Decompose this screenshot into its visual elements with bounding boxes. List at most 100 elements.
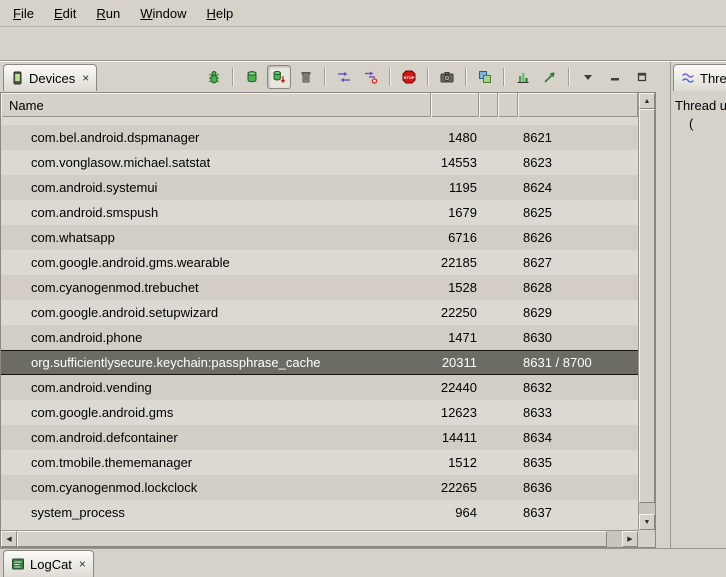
debug-process-icon[interactable] (202, 65, 226, 89)
threads-view: Threads Thread up ( (670, 62, 726, 548)
tab-devices[interactable]: Devices × (3, 64, 97, 91)
table-row[interactable]: com.vonglasow.michael.satstat145538623 (1, 150, 638, 175)
devices-tabstrip: Devices × STOP (0, 62, 666, 92)
process-name: com.android.systemui (31, 175, 157, 200)
vertical-scrollbar[interactable]: ▲ ▼ (638, 93, 655, 530)
process-pid: 12623 (431, 400, 477, 425)
menubar: FileEditRunWindowHelp (0, 0, 726, 27)
process-name: org.sufficientlysecure.keychain:passphra… (31, 351, 321, 374)
process-name: com.vonglasow.michael.satstat (31, 150, 210, 175)
menu-window[interactable]: Window (131, 3, 195, 24)
process-port: 8637 (523, 500, 552, 525)
maximize-icon[interactable] (630, 65, 654, 89)
toolbar-separator (503, 68, 505, 86)
process-pid: 1480 (431, 125, 477, 150)
devices-view: Devices × STOP Name com.bel.android.dspm… (0, 62, 666, 548)
tab-logcat-label: LogCat (30, 557, 72, 572)
main-toolbar (0, 27, 726, 61)
scroll-right-button[interactable]: ▶ (622, 531, 638, 547)
process-port: 8636 (523, 475, 552, 500)
toolbar-separator (232, 68, 234, 86)
toolbar-separator (427, 68, 429, 86)
process-port: 8624 (523, 175, 552, 200)
process-port: 8626 (523, 225, 552, 250)
process-name: com.whatsapp (31, 225, 115, 250)
scroll-down-button[interactable]: ▼ (639, 514, 655, 530)
process-pid: 1512 (431, 450, 477, 475)
process-pid: 22440 (431, 375, 477, 400)
column-header-pid[interactable] (431, 93, 479, 117)
tab-devices-label: Devices (29, 71, 75, 86)
partial-row (1, 117, 638, 125)
process-pid: 14553 (431, 150, 477, 175)
table-row[interactable]: com.bel.android.dspmanager14808621 (1, 125, 638, 150)
menu-edit[interactable]: Edit (45, 3, 85, 24)
process-name: com.google.android.setupwizard (31, 300, 218, 325)
tab-logcat[interactable]: LogCat × (3, 550, 94, 577)
profiling-bars-icon[interactable] (511, 65, 535, 89)
table-row[interactable]: com.cyanogenmod.lockclock 22265 8636 (1, 475, 638, 500)
column-header-name[interactable]: Name (1, 93, 431, 117)
horizontal-scrollbar-thumb[interactable] (17, 531, 607, 547)
process-pid: 6716 (431, 225, 477, 250)
process-table-body: com.bel.android.dspmanager14808621com.vo… (1, 117, 638, 530)
close-icon[interactable]: × (79, 557, 86, 571)
table-row[interactable]: com.tmobile.thememanager15128635 (1, 450, 638, 475)
process-name: com.cyanogenmod.lockclock (31, 475, 197, 500)
process-pid: 1528 (431, 275, 477, 300)
table-row[interactable]: com.google.android.gms.wearable221858627 (1, 250, 638, 275)
process-pid: 20311 (431, 351, 477, 374)
screen-capture-icon[interactable] (435, 65, 459, 89)
scroll-left-button[interactable]: ◀ (1, 531, 17, 547)
table-row[interactable]: com.android.smspush16798625 (1, 200, 638, 225)
table-row[interactable]: org.sufficientlysecure.keychain:passphra… (1, 350, 638, 375)
table-row[interactable]: system_process9648637 (1, 500, 638, 525)
process-pid: 22265 (431, 475, 477, 500)
stop-process-icon[interactable]: STOP (397, 65, 421, 89)
process-pid: 1471 (431, 325, 477, 350)
method-profiling-icon[interactable] (359, 65, 383, 89)
process-port: 8635 (523, 450, 552, 475)
table-row[interactable]: com.google.android.setupwizard222508629 (1, 300, 638, 325)
process-port: 8625 (523, 200, 552, 225)
process-port: 8627 (523, 250, 552, 275)
vertical-scrollbar-thumb[interactable] (639, 109, 655, 503)
table-row[interactable]: com.android.vending224408632 (1, 375, 638, 400)
cause-gc-icon[interactable] (294, 65, 318, 89)
menu-run[interactable]: Run (87, 3, 129, 24)
process-port: 8632 (523, 375, 552, 400)
view-menu-icon[interactable] (576, 65, 600, 89)
table-row[interactable]: com.android.systemui11958624 (1, 175, 638, 200)
column-header-blank-2[interactable] (498, 93, 518, 117)
table-row[interactable]: com.android.defcontainer144118634 (1, 425, 638, 450)
column-header-port[interactable] (518, 93, 638, 117)
left-arrow-icon: ◀ (6, 535, 11, 543)
table-row[interactable]: com.cyanogenmod.trebuchet 1528 8628 (1, 275, 638, 300)
process-name: com.android.defcontainer (31, 425, 178, 450)
table-row[interactable]: com.google.android.gms126238633 (1, 400, 638, 425)
menu-file[interactable]: File (4, 3, 43, 24)
table-row[interactable]: com.whatsapp 6716 8626 (1, 225, 638, 250)
minimize-icon[interactable] (603, 65, 627, 89)
update-heap-icon[interactable] (240, 65, 264, 89)
scroll-up-button[interactable]: ▲ (639, 93, 655, 109)
tracing-icon[interactable] (538, 65, 562, 89)
horizontal-scrollbar[interactable]: ◀ ▶ (1, 530, 638, 547)
bottom-tabstrip: LogCat × (0, 548, 726, 577)
process-port: 8621 (523, 125, 552, 150)
table-row[interactable]: com.android.phone14718630 (1, 325, 638, 350)
process-name: com.cyanogenmod.trebuchet (31, 275, 199, 300)
dump-hprof-icon[interactable] (267, 65, 291, 89)
process-table: Name com.bel.android.dspmanager14808621c… (0, 92, 656, 548)
update-threads-icon[interactable] (332, 65, 356, 89)
column-header-blank-1[interactable] (479, 93, 498, 117)
tab-threads[interactable]: Threads (673, 64, 726, 91)
menu-help[interactable]: Help (197, 3, 242, 24)
view-hierarchy-icon[interactable] (473, 65, 497, 89)
toolbar-separator (465, 68, 467, 86)
process-port: 8628 (523, 275, 552, 300)
process-name: com.google.android.gms.wearable (31, 250, 230, 275)
close-icon[interactable]: × (82, 71, 89, 85)
process-name: com.google.android.gms (31, 400, 173, 425)
process-pid: 964 (431, 500, 477, 525)
